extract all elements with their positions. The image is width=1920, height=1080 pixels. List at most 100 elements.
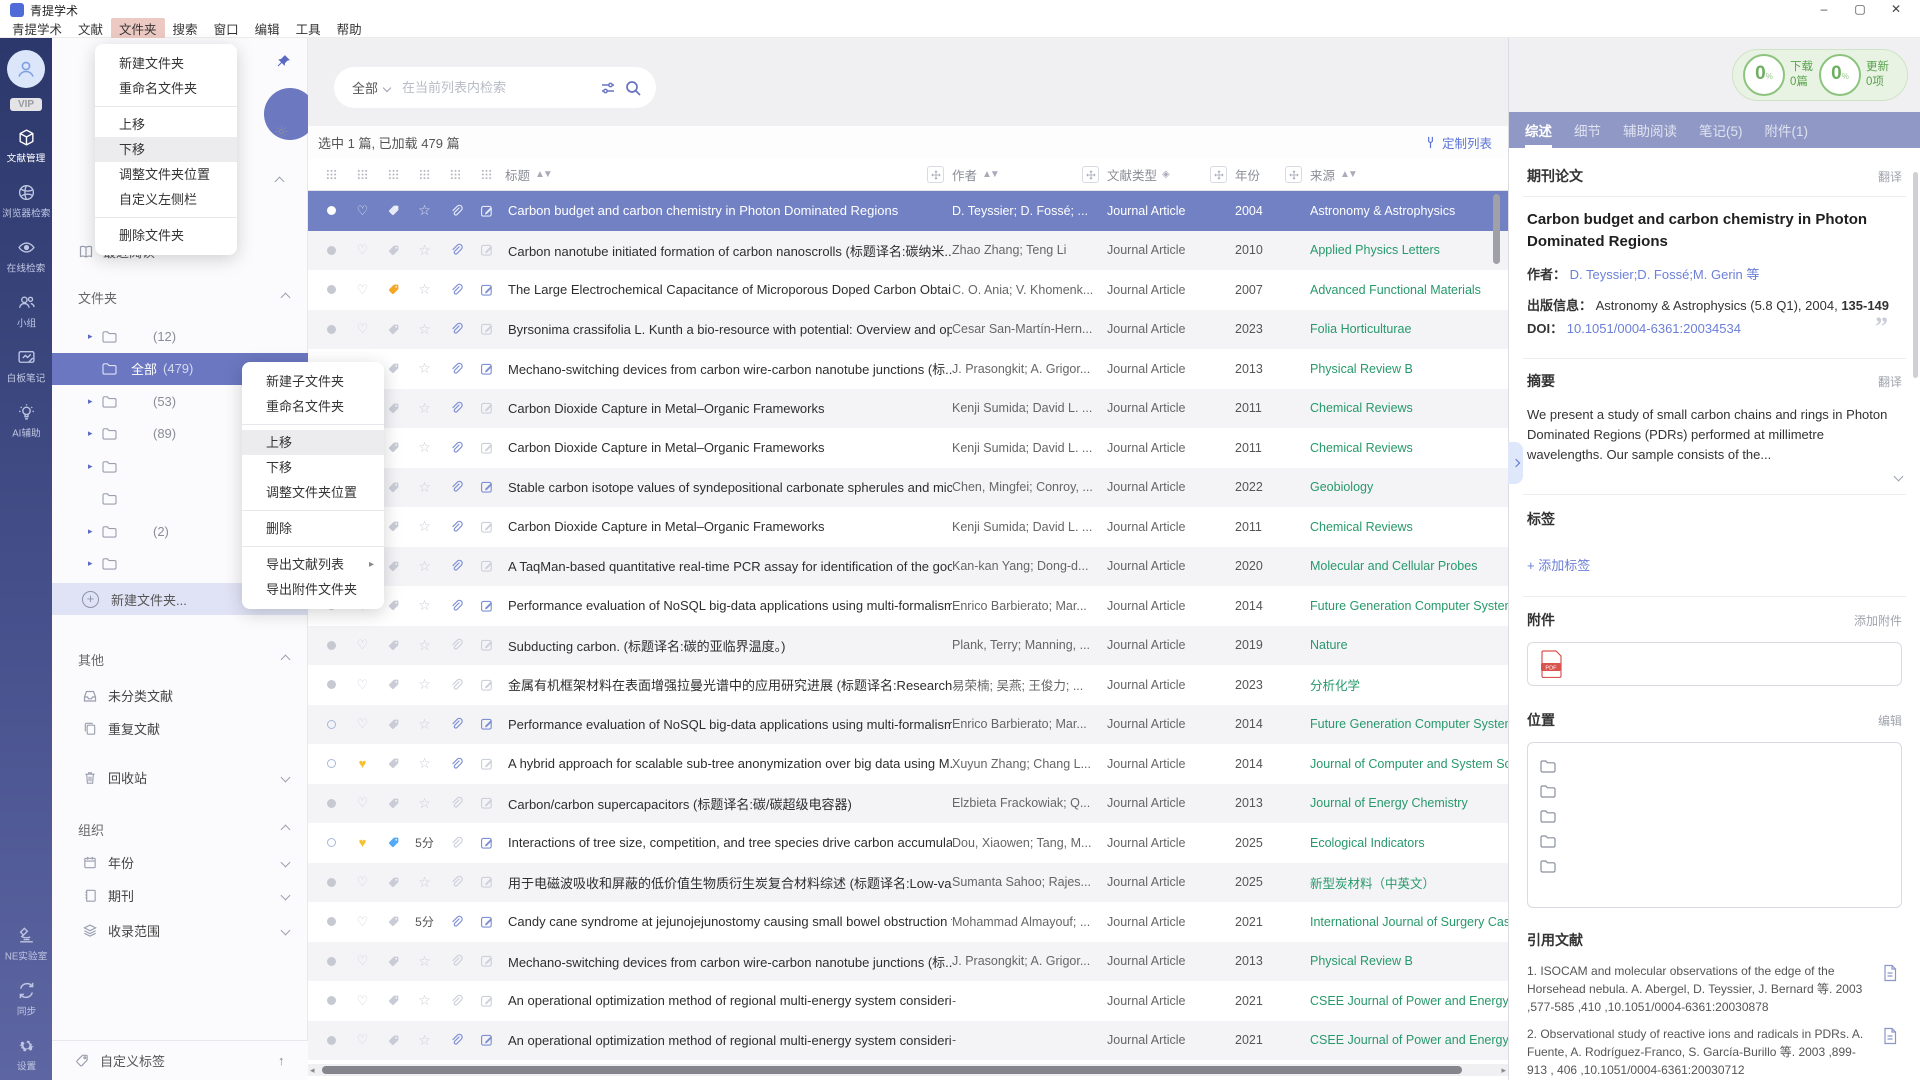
table-row[interactable]: ♡ ☆ Mechano-switching devices from carbo…	[308, 942, 1508, 982]
sort-icon[interactable]: ▲▼	[982, 169, 998, 180]
attachment-paperclip-icon[interactable]	[449, 796, 463, 810]
note-edit-icon[interactable]	[480, 441, 494, 455]
star-rating-icon[interactable]: ☆	[418, 874, 431, 891]
note-edit-icon[interactable]	[480, 678, 494, 692]
tag-icon[interactable]	[387, 323, 400, 336]
menu-item[interactable]: 上移	[95, 112, 237, 137]
translate-link[interactable]: 翻译	[1878, 373, 1902, 390]
table-row[interactable]: ♡ ☆ Carbon Dioxide Capture in Metal–Orga…	[308, 389, 1508, 429]
favorite-heart-icon[interactable]: ♡	[357, 677, 369, 693]
star-rating-icon[interactable]: ☆	[418, 716, 431, 733]
row-title[interactable]: Carbon nanotube initiated formation of c…	[502, 241, 952, 260]
column-header-source[interactable]: 来源▲▼	[1310, 165, 1356, 184]
attachment-paperclip-icon[interactable]	[449, 520, 463, 534]
menu-item[interactable]	[95, 217, 237, 218]
menu-item[interactable]: 删除	[242, 516, 384, 541]
attachment-paperclip-icon[interactable]	[449, 322, 463, 336]
rail-item-groups[interactable]: 小组	[0, 293, 52, 331]
menu-item[interactable]: 重命名文件夹	[95, 76, 237, 101]
add-attachment-button[interactable]: 添加附件	[1854, 612, 1902, 629]
column-grip-icon[interactable]	[378, 169, 409, 180]
note-edit-icon[interactable]	[480, 204, 494, 218]
table-row[interactable]: ♡ ☆ Carbon Dioxide Capture in Metal–Orga…	[308, 507, 1508, 547]
row-title[interactable]: Performance evaluation of NoSQL big-data…	[502, 717, 952, 732]
cite-quote-icon[interactable]: ”	[1875, 320, 1888, 333]
note-edit-icon[interactable]	[480, 559, 494, 573]
expand-arrow-icon[interactable]: ▸	[88, 331, 102, 342]
star-rating-icon[interactable]: ☆	[418, 242, 431, 259]
attachment-box[interactable]: PDF	[1527, 642, 1902, 686]
star-rating-icon[interactable]: ☆	[418, 281, 431, 298]
row-title[interactable]: A TaqMan-based quantitative real-time PC…	[502, 559, 952, 574]
read-status-dot[interactable]	[327, 285, 336, 294]
menu-item[interactable]: 新建子文件夹	[242, 369, 384, 394]
rating-value[interactable]: 5分	[415, 834, 434, 851]
search-scope-dropdown[interactable]: 全部	[352, 78, 390, 97]
expand-chevron-icon[interactable]	[281, 858, 291, 868]
tag-icon[interactable]	[387, 1034, 400, 1047]
star-rating-icon[interactable]: ☆	[418, 439, 431, 456]
attachment-paperclip-icon[interactable]	[449, 875, 463, 889]
sidebar-settings-icon[interactable]	[274, 124, 289, 139]
star-rating-icon[interactable]: ☆	[418, 558, 431, 575]
attachment-paperclip-icon[interactable]	[449, 836, 463, 850]
avatar[interactable]	[7, 50, 45, 88]
open-reference-icon[interactable]	[1882, 1027, 1898, 1045]
row-source-link[interactable]: Chemical Reviews	[1310, 441, 1508, 455]
note-edit-icon[interactable]	[480, 717, 494, 731]
note-edit-icon[interactable]	[480, 757, 494, 771]
menu-item[interactable]: 自定义左侧栏	[95, 187, 237, 212]
star-rating-icon[interactable]: ☆	[418, 637, 431, 654]
row-title[interactable]: Byrsonima crassifolia L. Kunth a bio-res…	[502, 322, 952, 337]
note-edit-icon[interactable]	[480, 796, 494, 810]
row-title[interactable]: Carbon budget and carbon chemistry in Ph…	[502, 203, 952, 218]
read-status-dot[interactable]	[327, 996, 336, 1005]
favorite-heart-icon[interactable]: ♡	[357, 1032, 369, 1048]
maximize-button[interactable]: ▢	[1842, 0, 1878, 19]
menu-item[interactable]: 调整文件夹位置	[95, 162, 237, 187]
row-source-link[interactable]: Astronomy & Astrophysics	[1310, 204, 1508, 218]
table-row[interactable]: ♡ ☆5分 Candy cane syndrome at jejunojejun…	[308, 902, 1508, 942]
table-row[interactable]: ♡ ☆ Carbon nanotube initiated formation …	[308, 231, 1508, 271]
row-title[interactable]: An operational optimization method of re…	[502, 993, 952, 1008]
read-status-dot[interactable]	[327, 957, 336, 966]
star-rating-icon[interactable]: ☆	[418, 360, 431, 377]
favorite-heart-icon[interactable]: ♡	[357, 953, 369, 969]
note-edit-icon[interactable]	[480, 480, 494, 494]
rail-item-library[interactable]: 文献管理	[0, 128, 52, 166]
table-row[interactable]: ♡ ☆ 用于电磁波吸收和屏蔽的低价值生物质衍生炭复合材料综述 (标题译名:Low…	[308, 863, 1508, 903]
menu-item[interactable]: 导出文献列表▸	[242, 552, 384, 577]
note-edit-icon[interactable]	[480, 243, 494, 257]
detail-tab[interactable]: 辅助阅读	[1623, 120, 1677, 148]
attachment-paperclip-icon[interactable]	[449, 283, 463, 297]
collapse-abstract-icon[interactable]	[1894, 472, 1904, 482]
rail-item-ai-assist[interactable]: AI辅助	[0, 403, 52, 441]
tag-icon[interactable]	[387, 362, 400, 375]
star-rating-icon[interactable]: ☆	[418, 400, 431, 417]
tag-icon[interactable]	[387, 560, 400, 573]
tag-icon[interactable]	[387, 915, 400, 928]
table-row[interactable]: ♡ ☆ Carbon/carbon supercapacitors (标题译名:…	[308, 784, 1508, 824]
row-source-link[interactable]: Future Generation Computer Systems	[1310, 717, 1508, 731]
expand-chevron-icon[interactable]	[281, 773, 291, 783]
rail-item-online-search[interactable]: 在线检索	[0, 238, 52, 276]
tag-icon[interactable]	[387, 481, 400, 494]
column-grip-icon[interactable]	[440, 169, 471, 180]
row-title[interactable]: An operational optimization method of re…	[502, 1033, 952, 1048]
row-source-link[interactable]: Physical Review B	[1310, 954, 1508, 968]
star-rating-icon[interactable]: ☆	[418, 321, 431, 338]
attachment-paperclip-icon[interactable]	[449, 243, 463, 257]
table-row[interactable]: ♥ ☆ A hybrid approach for scalable sub-t…	[308, 744, 1508, 784]
favorite-heart-icon[interactable]: ♡	[357, 203, 369, 219]
sidebar-item-duplicates[interactable]: 重复文献	[82, 719, 160, 738]
rail-item-whiteboard[interactable]: 白板笔记	[0, 348, 52, 386]
note-edit-icon[interactable]	[480, 915, 494, 929]
read-status-dot[interactable]	[327, 759, 336, 768]
table-vertical-scrollbar[interactable]	[1493, 194, 1500, 264]
star-rating-icon[interactable]: ☆	[418, 953, 431, 970]
attachment-paperclip-icon[interactable]	[449, 638, 463, 652]
favorite-heart-icon[interactable]: ♡	[357, 716, 369, 732]
table-row[interactable]: ♡ ☆ Stable carbon isotope values of synd…	[308, 468, 1508, 508]
attachment-paperclip-icon[interactable]	[449, 204, 463, 218]
row-source-link[interactable]: Folia Horticulturae	[1310, 322, 1508, 336]
